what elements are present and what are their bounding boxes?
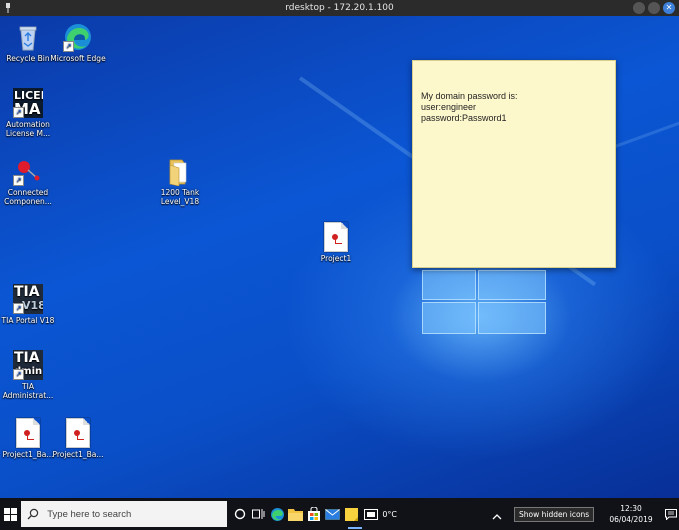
close-button[interactable]: ✕ xyxy=(663,2,675,14)
taskbar-search-box[interactable] xyxy=(21,501,228,527)
desktop-icon-label: TIA Portal V18 xyxy=(1,316,55,325)
window-title: rdesktop - 172.20.1.100 xyxy=(285,3,394,13)
desktop-icon-label: Project1_Ba... xyxy=(2,450,54,459)
desktop-icon-tia-portal-v18[interactable]: TIA V18 ↗ TIA Portal V18 xyxy=(0,284,56,325)
sticky-note[interactable]: My domain password is: user:engineer pas… xyxy=(412,60,616,268)
desktop-icon-tia-administrator[interactable]: TIA dmin ↗ TIA Administrat... xyxy=(0,350,56,400)
desktop-icon-label: 1200 Tank Level_V18 xyxy=(160,188,200,206)
windows-wallpaper-logo xyxy=(422,270,546,334)
taskbar-mail-button[interactable] xyxy=(323,498,341,530)
recycle-bin-icon xyxy=(19,26,37,51)
taskbar-clock[interactable]: 12:30 06/04/2019 xyxy=(601,503,661,525)
cortana-circle-icon xyxy=(235,508,246,520)
desktop-icon-project1[interactable]: Project1 xyxy=(308,222,364,263)
desktop-icon-label: Automation License M... xyxy=(5,120,51,138)
notification-icon xyxy=(665,508,678,520)
search-icon xyxy=(27,508,39,520)
weather-icon xyxy=(364,508,379,520)
shortcut-arrow-icon: ↗ xyxy=(13,107,24,118)
chevron-up-icon xyxy=(492,514,502,520)
rdesktop-title-bar[interactable]: rdesktop - 172.20.1.100 ✕ xyxy=(0,0,679,16)
desktop-icon-label: Microsoft Edge xyxy=(50,54,106,63)
clock-time: 12:30 xyxy=(620,504,642,513)
sticky-note-text[interactable]: My domain password is: user:engineer pas… xyxy=(421,91,607,124)
pin-icon[interactable] xyxy=(5,3,11,13)
windows-logo-icon xyxy=(4,507,18,521)
show-hidden-icons-tooltip: Show hidden icons xyxy=(514,507,595,522)
desktop-icon-1200-tank-level[interactable]: 1200 Tank Level_V18 xyxy=(152,156,208,206)
start-button[interactable] xyxy=(0,498,21,530)
taskbar-sticky-notes-button[interactable] xyxy=(342,498,363,530)
mail-icon xyxy=(325,508,340,520)
minimize-button[interactable] xyxy=(633,2,645,14)
weather-widget[interactable]: 0°C xyxy=(360,508,401,520)
sticky-notes-icon xyxy=(344,507,358,521)
desktop-icon-recycle-bin[interactable]: Recycle Bin xyxy=(0,22,56,63)
desktop-icon-automation-license-manager[interactable]: LICEN MA ↗ Automation License M... xyxy=(0,88,56,138)
shortcut-arrow-icon: ↗ xyxy=(13,369,24,380)
document-icon xyxy=(66,418,90,448)
clock-date: 06/04/2019 xyxy=(609,515,653,524)
shortcut-arrow-icon: ↗ xyxy=(13,175,24,186)
task-view-icon xyxy=(252,509,265,519)
cortana-button[interactable] xyxy=(231,498,249,530)
tray-chevron-button[interactable] xyxy=(492,507,502,526)
search-input[interactable] xyxy=(47,508,228,520)
weather-temperature: 0°C xyxy=(382,509,398,519)
task-view-button[interactable] xyxy=(250,498,268,530)
desktop-icon-project1-backup-2[interactable]: Project1_Ba... xyxy=(50,418,106,459)
taskbar-file-explorer-button[interactable] xyxy=(287,498,305,530)
shortcut-arrow-icon: ↗ xyxy=(13,303,24,314)
folder-icon xyxy=(169,159,187,187)
taskbar-edge-button[interactable] xyxy=(268,498,286,530)
desktop-icon-connected-components[interactable]: ↗ Connected Componen... xyxy=(0,156,56,206)
document-icon xyxy=(324,222,348,252)
desktop-icon-edge[interactable]: ↗ Microsoft Edge xyxy=(50,22,106,63)
taskbar-store-button[interactable] xyxy=(305,498,323,530)
desktop-icon-label: Project1 xyxy=(320,254,352,263)
file-explorer-icon xyxy=(288,508,304,521)
store-bag-icon xyxy=(308,507,321,521)
edge-icon xyxy=(270,507,284,521)
desktop-icon-label: Project1_Ba... xyxy=(52,450,104,459)
maximize-button[interactable] xyxy=(648,2,660,14)
desktop-icon-label: Recycle Bin xyxy=(6,54,50,63)
desktop-icon-project1-backup-1[interactable]: Project1_Ba... xyxy=(0,418,56,459)
desktop-icon-label: Connected Componen... xyxy=(4,188,52,206)
shortcut-arrow-icon: ↗ xyxy=(63,41,74,52)
action-center-button[interactable] xyxy=(663,508,679,520)
desktop-icon-label: TIA Administrat... xyxy=(2,382,54,400)
document-icon xyxy=(16,418,40,448)
